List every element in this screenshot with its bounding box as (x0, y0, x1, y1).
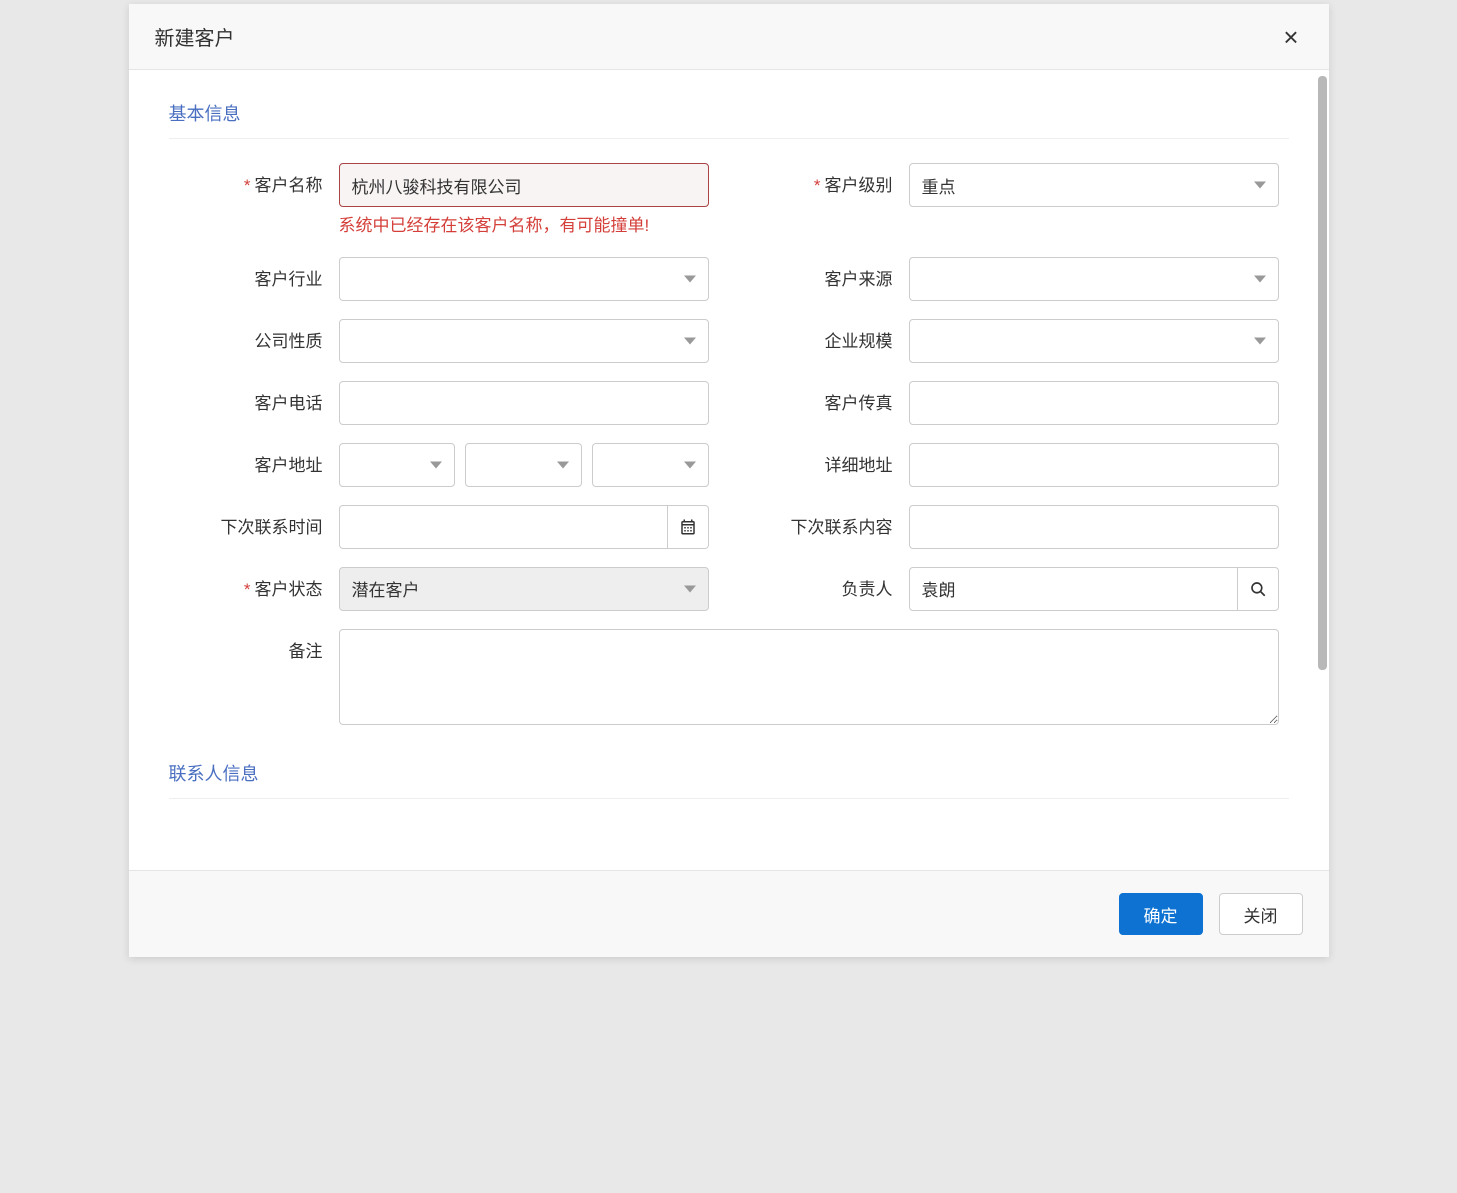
label-next-contact-content: 下次联系内容 (749, 505, 909, 538)
basic-info-form: *客户名称 系统中已经存在该客户名称，有可能撞单! *客户级别 重点 客户行业 (169, 163, 1289, 730)
row-detail-address: 详细地址 (749, 443, 1279, 487)
chevron-down-icon (684, 337, 696, 344)
input-next-contact-time[interactable] (339, 505, 668, 549)
label-customer-industry: 客户行业 (179, 257, 339, 290)
label-detail-address: 详细地址 (749, 443, 909, 476)
chevron-down-icon (684, 585, 696, 592)
owner-search-button[interactable] (1238, 567, 1279, 611)
input-customer-fax[interactable] (909, 381, 1279, 425)
row-customer-phone: 客户电话 (179, 381, 709, 425)
select-customer-industry[interactable] (339, 257, 709, 301)
label-company-scale: 企业规模 (749, 319, 909, 352)
row-customer-industry: 客户行业 (179, 257, 709, 301)
cancel-button[interactable]: 关闭 (1219, 893, 1303, 935)
chevron-down-icon (684, 275, 696, 282)
scrollbar-thumb[interactable] (1318, 76, 1327, 670)
row-customer-address: 客户地址 (179, 443, 709, 487)
chevron-down-icon (1254, 182, 1266, 189)
input-owner[interactable] (909, 567, 1238, 611)
row-customer-fax: 客户传真 (749, 381, 1279, 425)
label-customer-phone: 客户电话 (179, 381, 339, 414)
label-customer-address: 客户地址 (179, 443, 339, 476)
chevron-down-icon (557, 461, 569, 468)
modal-footer: 确定 关闭 (129, 870, 1329, 957)
calendar-icon (679, 518, 697, 536)
modal-new-customer: 新建客户 × 基本信息 *客户名称 系统中已经存在该客户名称，有可能撞单! *客… (129, 4, 1329, 957)
label-owner: 负责人 (749, 567, 909, 600)
select-customer-source[interactable] (909, 257, 1279, 301)
label-customer-name: *客户名称 (179, 163, 339, 196)
select-customer-level[interactable]: 重点 (909, 163, 1279, 207)
row-company-nature: 公司性质 (179, 319, 709, 363)
section-basic-info: 基本信息 (169, 100, 1289, 139)
search-icon (1249, 580, 1267, 598)
modal-header: 新建客户 × (129, 4, 1329, 70)
input-next-contact-content[interactable] (909, 505, 1279, 549)
modal-body: 基本信息 *客户名称 系统中已经存在该客户名称，有可能撞单! *客户级别 重点 (129, 70, 1329, 870)
calendar-button[interactable] (668, 505, 709, 549)
select-company-scale[interactable] (909, 319, 1279, 363)
select-company-nature[interactable] (339, 319, 709, 363)
row-remark: 备注 (179, 629, 1279, 730)
row-owner: 负责人 (749, 567, 1279, 611)
row-next-contact-content: 下次联系内容 (749, 505, 1279, 549)
row-customer-source: 客户来源 (749, 257, 1279, 301)
error-customer-name: 系统中已经存在该客户名称，有可能撞单! (339, 213, 709, 239)
chevron-down-icon (430, 461, 442, 468)
select-customer-status[interactable]: 潜在客户 (339, 567, 709, 611)
row-customer-level: *客户级别 重点 (749, 163, 1279, 239)
label-customer-fax: 客户传真 (749, 381, 909, 414)
chevron-down-icon (684, 461, 696, 468)
label-customer-source: 客户来源 (749, 257, 909, 290)
select-province[interactable] (339, 443, 456, 487)
select-district[interactable] (592, 443, 709, 487)
label-customer-status: *客户状态 (179, 567, 339, 600)
input-customer-name[interactable] (339, 163, 709, 207)
row-customer-name: *客户名称 系统中已经存在该客户名称，有可能撞单! (179, 163, 709, 239)
input-customer-phone[interactable] (339, 381, 709, 425)
input-detail-address[interactable] (909, 443, 1279, 487)
modal-title: 新建客户 (155, 22, 235, 51)
row-next-contact-time: 下次联系时间 (179, 505, 709, 549)
label-next-contact-time: 下次联系时间 (179, 505, 339, 538)
close-icon[interactable]: × (1279, 24, 1302, 50)
label-remark: 备注 (179, 629, 339, 662)
row-company-scale: 企业规模 (749, 319, 1279, 363)
label-customer-level: *客户级别 (749, 163, 909, 196)
row-customer-status: *客户状态 潜在客户 (179, 567, 709, 611)
confirm-button[interactable]: 确定 (1119, 893, 1203, 935)
chevron-down-icon (1254, 337, 1266, 344)
chevron-down-icon (1254, 275, 1266, 282)
section-contact-info: 联系人信息 (169, 760, 1289, 799)
textarea-remark[interactable] (339, 629, 1279, 725)
label-company-nature: 公司性质 (179, 319, 339, 352)
select-city[interactable] (465, 443, 582, 487)
